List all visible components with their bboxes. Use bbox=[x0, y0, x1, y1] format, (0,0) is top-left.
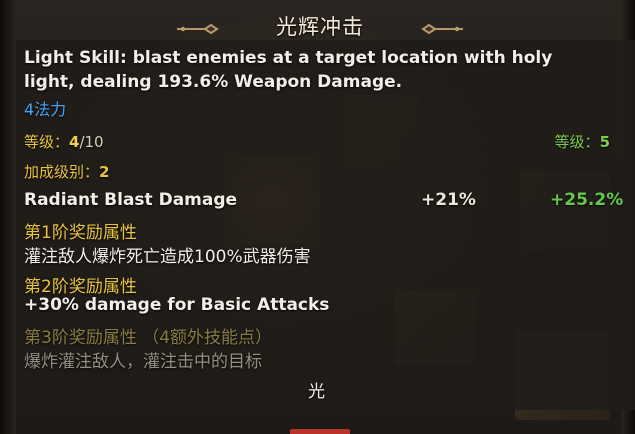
skill-tooltip: Light Skill: blast enemies at a target l… bbox=[16, 40, 635, 410]
skill-element: 光 bbox=[308, 382, 325, 402]
reward-tier-3-text: 爆炸灌注敌人，灌注击中的目标 bbox=[24, 352, 262, 372]
required-level-label: 等级： bbox=[554, 133, 600, 151]
tooltip-title-bar: 光辉冲击 bbox=[175, 8, 465, 44]
bonus-level-label: 加成级别： bbox=[24, 163, 100, 181]
skill-level-label: 等级： bbox=[24, 133, 70, 151]
skill-title: 光辉冲击 bbox=[276, 15, 364, 39]
title-ornament-left-icon bbox=[177, 24, 219, 34]
reward-tier-2-text: +30% damage for Basic Attacks bbox=[24, 295, 330, 315]
game-scene: Light Skill: blast enemies at a target l… bbox=[0, 0, 635, 434]
bonus-level-value: 2 bbox=[99, 163, 110, 181]
stat-name: Radiant Blast Damage bbox=[24, 190, 238, 210]
bonus-level: 加成级别：2 bbox=[24, 161, 109, 182]
stat-current-value: +21% bbox=[421, 190, 476, 210]
skill-level-current: 4 bbox=[69, 133, 80, 151]
title-ornament-right-icon bbox=[421, 24, 463, 34]
mana-cost: 4法力 bbox=[24, 100, 67, 119]
skill-description: Light Skill: blast enemies at a target l… bbox=[24, 48, 553, 92]
required-level: 等级：5 bbox=[555, 131, 610, 152]
background-button-edge bbox=[290, 429, 350, 434]
stat-next-value: +25.2% bbox=[550, 190, 624, 210]
reward-tier-3-header: 第3阶奖励属性 （4额外技能点） bbox=[24, 328, 273, 348]
reward-tier-2-header: 第2阶奖励属性 bbox=[24, 277, 137, 297]
skill-level: 等级：4/10 bbox=[24, 131, 104, 152]
reward-tier-1-text: 灌注敌人爆炸死亡造成100%武器伤害 bbox=[24, 247, 311, 267]
skill-level-max: /10 bbox=[79, 133, 104, 151]
reward-tier-1-header: 第1阶奖励属性 bbox=[24, 223, 137, 243]
required-level-value: 5 bbox=[599, 133, 610, 151]
background-panel-left bbox=[0, 0, 16, 434]
